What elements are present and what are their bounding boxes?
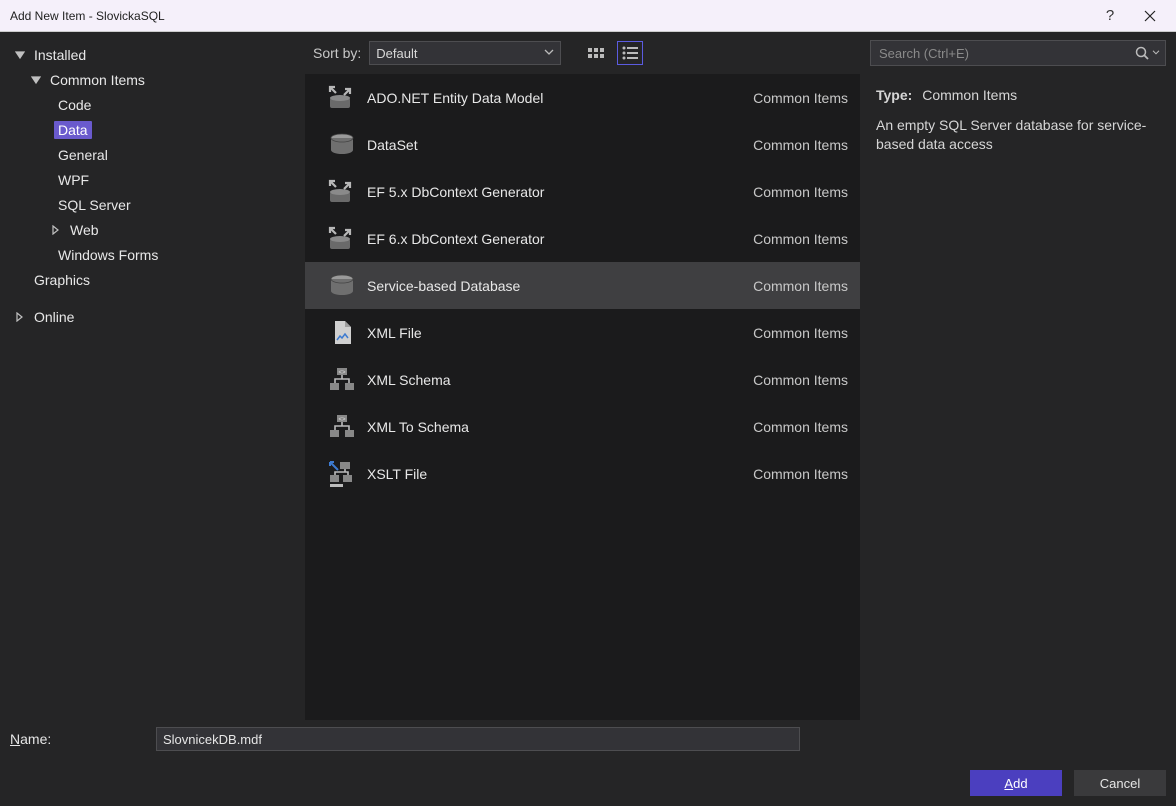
search-box[interactable] bbox=[870, 40, 1166, 66]
template-name: XML File bbox=[367, 325, 753, 341]
template-list: ADO.NET Entity Data Model Common Items D… bbox=[305, 74, 860, 720]
template-pane: Sort by: Default ADO.NET Entity Data Mod… bbox=[305, 32, 860, 720]
template-item[interactable]: Service-based Database Common Items bbox=[305, 262, 860, 309]
tree-label: SQL Server bbox=[54, 196, 135, 214]
template-name: XSLT File bbox=[367, 466, 753, 482]
template-category: Common Items bbox=[753, 419, 848, 435]
help-button[interactable]: ? bbox=[1090, 1, 1130, 31]
description-block: Type: Common Items An empty SQL Server d… bbox=[860, 74, 1176, 167]
type-value: Common Items bbox=[922, 87, 1017, 103]
tree-item-common-items[interactable]: Common Items bbox=[8, 67, 297, 92]
tree-label: Web bbox=[66, 221, 103, 239]
schema-icon bbox=[317, 412, 367, 442]
details-pane: Type: Common Items An empty SQL Server d… bbox=[860, 32, 1176, 720]
template-name: ADO.NET Entity Data Model bbox=[367, 90, 753, 106]
template-item[interactable]: XSLT File Common Items bbox=[305, 450, 860, 497]
tree-label: Data bbox=[54, 121, 92, 139]
window-title: Add New Item - SlovickaSQL bbox=[10, 9, 1090, 23]
cancel-button[interactable]: Cancel bbox=[1074, 770, 1166, 796]
db-icon bbox=[317, 271, 367, 301]
titlebar[interactable]: Add New Item - SlovickaSQL ? bbox=[0, 0, 1176, 32]
view-grid-button[interactable] bbox=[583, 41, 609, 65]
entity-icon bbox=[317, 83, 367, 113]
template-category: Common Items bbox=[753, 231, 848, 247]
caret-down-icon bbox=[30, 74, 42, 86]
tree-item-code[interactable]: Code bbox=[8, 92, 297, 117]
view-list-button[interactable] bbox=[617, 41, 643, 65]
description-text: An empty SQL Server database for service… bbox=[876, 116, 1160, 155]
file-icon bbox=[317, 318, 367, 348]
template-item[interactable]: EF 5.x DbContext Generator Common Items bbox=[305, 168, 860, 215]
tree-label: General bbox=[54, 146, 112, 164]
template-category: Common Items bbox=[753, 137, 848, 153]
sort-toolbar: Sort by: Default bbox=[305, 32, 860, 74]
add-button[interactable]: Add bbox=[970, 770, 1062, 796]
category-tree: Installed Common Items Code Data General… bbox=[0, 32, 305, 720]
caret-right-icon bbox=[50, 224, 62, 236]
close-button[interactable] bbox=[1130, 1, 1170, 31]
template-name: XML To Schema bbox=[367, 419, 753, 435]
name-label: Name: bbox=[10, 731, 156, 747]
template-name: EF 5.x DbContext Generator bbox=[367, 184, 753, 200]
caret-right-icon bbox=[14, 311, 26, 323]
sort-by-label: Sort by: bbox=[313, 45, 361, 61]
tree-item-windows-forms[interactable]: Windows Forms bbox=[8, 242, 297, 267]
search-options-dropdown[interactable] bbox=[1151, 50, 1161, 56]
tree-item-general[interactable]: General bbox=[8, 142, 297, 167]
type-label: Type: bbox=[876, 87, 912, 103]
tree-label: Code bbox=[54, 96, 95, 114]
template-name: EF 6.x DbContext Generator bbox=[367, 231, 753, 247]
tree-item-online[interactable]: Online bbox=[8, 304, 297, 329]
tree-label: Online bbox=[30, 308, 78, 326]
entity-icon bbox=[317, 177, 367, 207]
tree-item-sql-server[interactable]: SQL Server bbox=[8, 192, 297, 217]
template-category: Common Items bbox=[753, 325, 848, 341]
tree-item-data[interactable]: Data bbox=[8, 117, 297, 142]
template-item[interactable]: EF 6.x DbContext Generator Common Items bbox=[305, 215, 860, 262]
template-category: Common Items bbox=[753, 184, 848, 200]
tree-item-wpf[interactable]: WPF bbox=[8, 167, 297, 192]
schema-icon bbox=[317, 365, 367, 395]
tree-item-graphics[interactable]: Graphics bbox=[8, 267, 297, 292]
template-item[interactable]: DataSet Common Items bbox=[305, 121, 860, 168]
tree-label: Windows Forms bbox=[54, 246, 162, 264]
entity-icon bbox=[317, 224, 367, 254]
chevron-down-icon bbox=[544, 49, 554, 57]
template-name: Service-based Database bbox=[367, 278, 753, 294]
xslt-icon bbox=[317, 459, 367, 489]
tree-item-web[interactable]: Web bbox=[8, 217, 297, 242]
search-input[interactable] bbox=[879, 46, 1133, 61]
template-category: Common Items bbox=[753, 372, 848, 388]
tree-label: Installed bbox=[30, 46, 90, 64]
bottom-bar: Name: Add Cancel bbox=[0, 720, 1176, 806]
template-item[interactable]: XML File Common Items bbox=[305, 309, 860, 356]
template-category: Common Items bbox=[753, 90, 848, 106]
tree-label: WPF bbox=[54, 171, 93, 189]
tree-item-installed[interactable]: Installed bbox=[8, 42, 297, 67]
sort-value: Default bbox=[376, 46, 417, 61]
tree-label: Common Items bbox=[46, 71, 149, 89]
template-name: XML Schema bbox=[367, 372, 753, 388]
template-name: DataSet bbox=[367, 137, 753, 153]
template-category: Common Items bbox=[753, 466, 848, 482]
name-input[interactable] bbox=[156, 727, 800, 751]
search-icon[interactable] bbox=[1133, 46, 1151, 60]
tree-label: Graphics bbox=[30, 271, 94, 289]
template-item[interactable]: XML Schema Common Items bbox=[305, 356, 860, 403]
template-category: Common Items bbox=[753, 278, 848, 294]
sort-by-select[interactable]: Default bbox=[369, 41, 561, 65]
caret-down-icon bbox=[14, 49, 26, 61]
db-icon bbox=[317, 130, 367, 160]
template-item[interactable]: ADO.NET Entity Data Model Common Items bbox=[305, 74, 860, 121]
template-item[interactable]: XML To Schema Common Items bbox=[305, 403, 860, 450]
